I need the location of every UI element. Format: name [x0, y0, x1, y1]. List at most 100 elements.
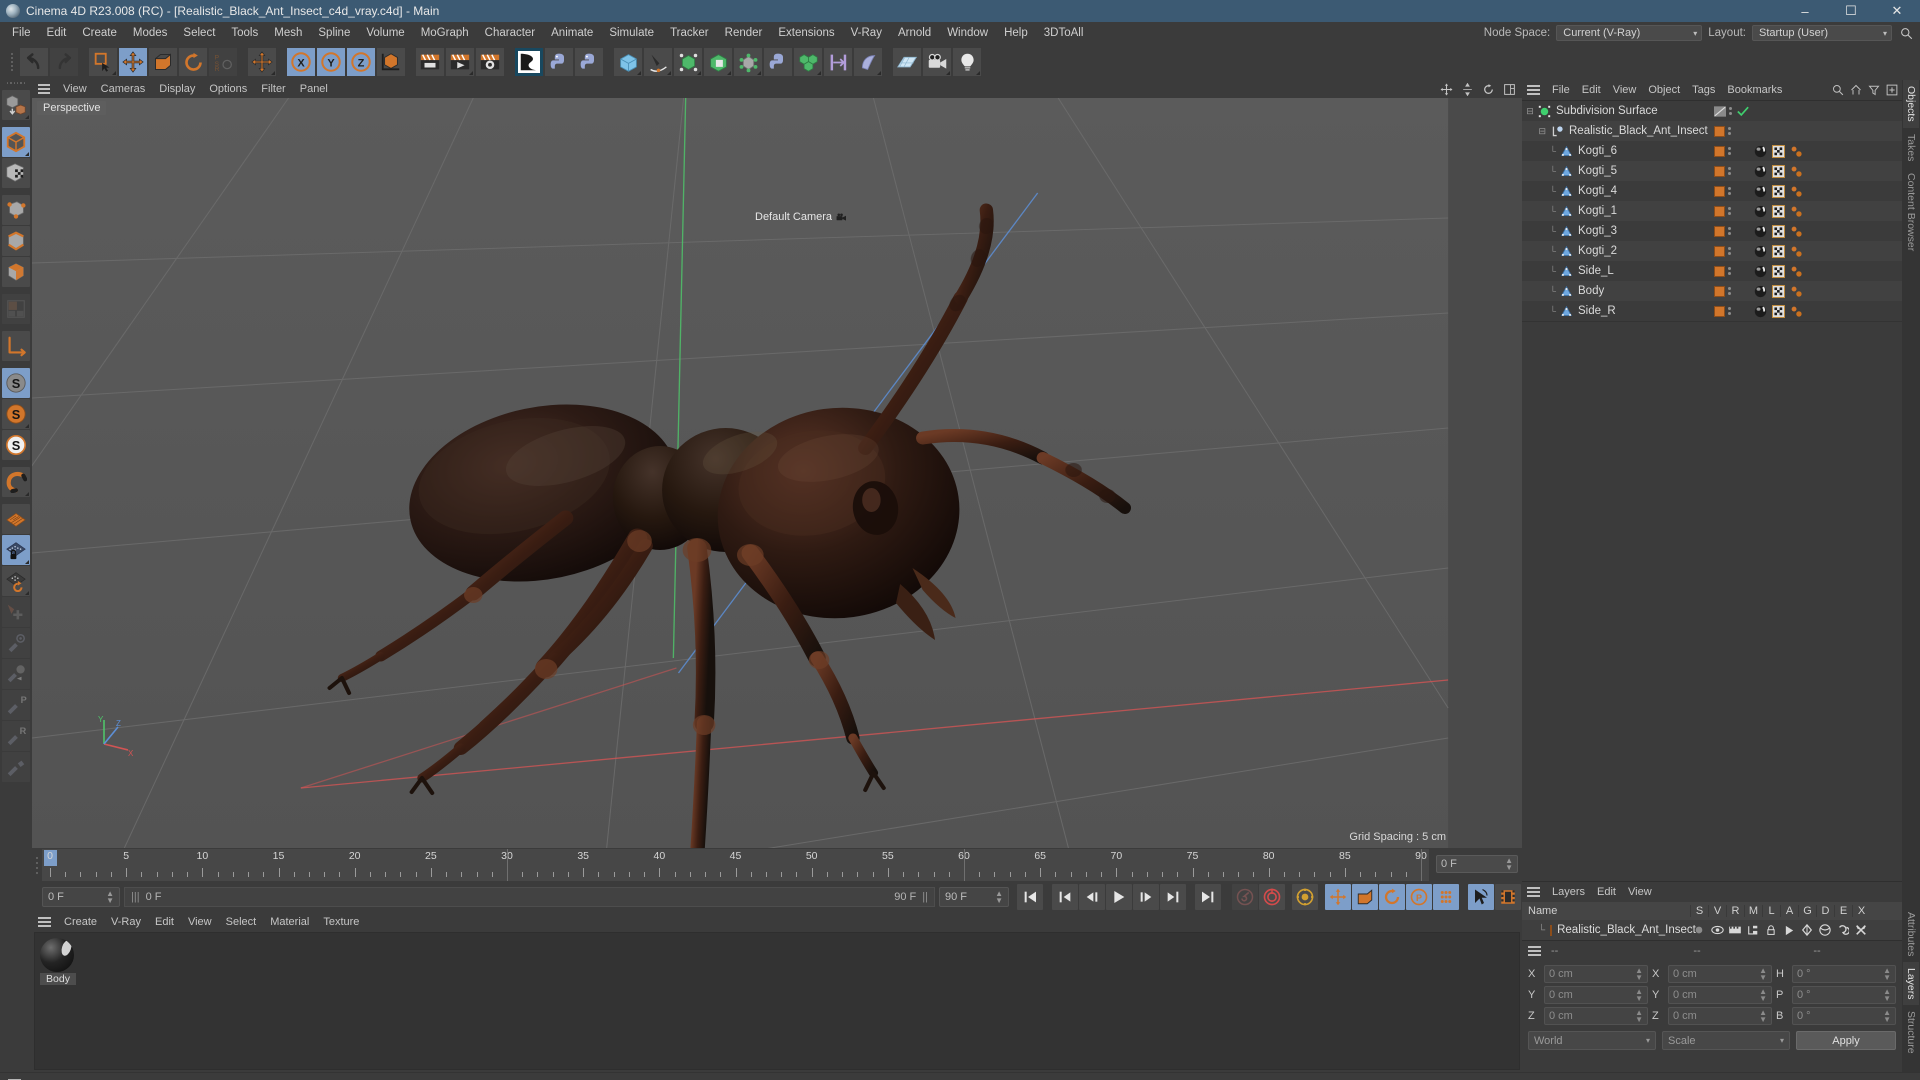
render-region-button[interactable] [445, 47, 475, 77]
uvw-tag-icon[interactable] [1772, 224, 1785, 238]
spinner-icon[interactable]: ▲ ▼ [1635, 967, 1643, 982]
key-scale-button[interactable] [1352, 884, 1378, 910]
node-space-select[interactable]: Current (V-Ray) ▾ [1556, 25, 1703, 41]
menu-item-spline[interactable]: Spline [310, 25, 358, 41]
uvw-tag-icon[interactable] [1772, 204, 1785, 218]
uvw-tag-icon[interactable] [1772, 164, 1785, 178]
tag-dots-icon[interactable] [1728, 267, 1731, 275]
menu-item-help[interactable]: Help [996, 25, 1036, 41]
viewport-menu-filter[interactable]: Filter [254, 82, 292, 96]
key-parameter-button[interactable]: P [1406, 884, 1432, 910]
layers-menu-icon[interactable] [1527, 887, 1540, 897]
rotation-b-input[interactable]: 0 ° ▲ ▼ [1792, 1007, 1896, 1025]
tag-dots-icon[interactable] [1728, 247, 1731, 255]
layer-color-swatch[interactable] [1714, 245, 1725, 257]
rotate-view-icon[interactable] [1482, 83, 1495, 96]
menu-item-render[interactable]: Render [717, 25, 771, 41]
layers-header-g[interactable]: G [1798, 905, 1816, 917]
layer-solo-toggle[interactable] [1690, 925, 1708, 935]
add-floor-button[interactable] [892, 47, 922, 77]
layer-xref-toggle[interactable] [1852, 924, 1870, 936]
workplane-rotation-button[interactable]: R [2, 721, 30, 751]
spinner-icon[interactable]: ▲ ▼ [1635, 988, 1643, 1003]
redo-button[interactable] [49, 47, 79, 77]
rotate-tool[interactable] [178, 47, 208, 77]
layer-color-swatch[interactable] [1714, 285, 1725, 297]
material-tag-icon[interactable] [1754, 265, 1767, 278]
object-row-kogti-1[interactable]: └ Kogti_1 [1522, 201, 1902, 221]
quantize-button[interactable]: S [2, 430, 30, 460]
uvw-tag-icon[interactable] [1772, 284, 1785, 298]
material-tag-icon[interactable] [1754, 305, 1767, 318]
tag-dots-icon[interactable] [1728, 147, 1731, 155]
layers-header-e[interactable]: E [1834, 905, 1852, 917]
tab-takes[interactable]: Takes [1903, 128, 1919, 167]
layer-color-swatch[interactable] [1550, 924, 1553, 936]
object-row-kogti-6[interactable]: └ Kogti_6 [1522, 141, 1902, 161]
coordinate-mode-select[interactable]: Scale ▾ [1662, 1031, 1790, 1050]
menu-item-file[interactable]: File [4, 25, 39, 41]
layers-header-d[interactable]: D [1816, 905, 1834, 917]
menu-item-3dtoall[interactable]: 3DToAll [1036, 25, 1092, 41]
tab-layers[interactable]: Layers [1903, 961, 1919, 1006]
layer-color-swatch[interactable] [1714, 145, 1725, 157]
viewport-menu-panel[interactable]: Panel [293, 82, 335, 96]
layer-deformers-toggle[interactable] [1816, 924, 1834, 936]
timeline-frame-field[interactable]: 0 F ▲ ▼ [1436, 855, 1518, 873]
rotation-h-input[interactable]: 0 ° ▲ ▼ [1792, 965, 1896, 983]
lock-x-axis-button[interactable]: X [286, 47, 316, 77]
viewport-menu-display[interactable]: Display [152, 82, 202, 96]
material-item[interactable]: Body [40, 938, 76, 985]
object-row-side-l[interactable]: └ Side_L [1522, 261, 1902, 281]
add-environment-button[interactable] [763, 47, 793, 77]
layer-expressions-toggle[interactable] [1834, 924, 1852, 936]
animation-mode-button[interactable] [1468, 884, 1494, 910]
key-rotation-button[interactable] [1379, 884, 1405, 910]
add-deformer-button[interactable] [733, 47, 763, 77]
timeline-grip[interactable] [32, 848, 41, 882]
scale-tool[interactable] [148, 47, 178, 77]
spinner-icon[interactable]: ▲ ▼ [1505, 857, 1513, 872]
material-tag-icon[interactable] [1754, 165, 1767, 178]
home-icon[interactable] [1850, 84, 1862, 96]
render-settings-button[interactable] [475, 47, 505, 77]
pan-view-icon[interactable] [1440, 83, 1453, 96]
psr-tool[interactable]: PSR [208, 47, 238, 77]
python-script-button[interactable] [544, 47, 574, 77]
coordinates-menu-icon[interactable] [1528, 946, 1541, 956]
current-frame-field[interactable]: 0 F ▲ ▼ [42, 887, 120, 907]
add-nurbs-button[interactable] [673, 47, 703, 77]
model-mode-button[interactable] [2, 127, 30, 157]
workplane-button[interactable] [2, 504, 30, 534]
menu-item-vray[interactable]: V-Ray [843, 25, 890, 41]
tag-dots-icon[interactable] [1728, 207, 1731, 215]
material-tag-icon[interactable] [1754, 185, 1767, 198]
menu-item-modes[interactable]: Modes [125, 25, 176, 41]
workplane-add-button[interactable] [2, 597, 30, 627]
python-generator-button[interactable] [574, 47, 604, 77]
size-y-input[interactable]: 0 cm ▲ ▼ [1668, 986, 1772, 1004]
layout-select[interactable]: Startup (User) ▾ [1752, 25, 1892, 41]
tag-dots-icon[interactable] [1728, 307, 1731, 315]
menu-item-select[interactable]: Select [175, 25, 223, 41]
object-row-body[interactable]: └ Body [1522, 281, 1902, 301]
tab-attributes[interactable]: Attributes [1903, 906, 1919, 962]
menu-item-extensions[interactable]: Extensions [770, 25, 842, 41]
enable-axis-modification-button[interactable]: S [2, 368, 30, 398]
vray-render-button[interactable] [514, 47, 544, 77]
tab-objects[interactable]: Objects [1903, 80, 1919, 128]
layers-header-a[interactable]: A [1780, 905, 1798, 917]
menu-item-tracker[interactable]: Tracker [662, 25, 717, 41]
menu-item-edit[interactable]: Edit [39, 25, 75, 41]
layers-header-s[interactable]: S [1690, 905, 1708, 917]
material-menu-create[interactable]: Create [57, 915, 104, 929]
material-menu-icon[interactable] [38, 917, 51, 927]
spinner-icon[interactable]: ▲ ▼ [1759, 1009, 1767, 1024]
add-character-object-button[interactable] [853, 47, 883, 77]
material-tag-icon[interactable] [1754, 285, 1767, 298]
object-row-kogti-5[interactable]: └ Kogti_5 [1522, 161, 1902, 181]
layer-color-swatch[interactable] [1714, 125, 1725, 137]
go-to-start-button[interactable] [1017, 884, 1043, 910]
spinner-icon[interactable]: ▲ ▼ [1759, 988, 1767, 1003]
search-icon[interactable] [1898, 25, 1914, 41]
